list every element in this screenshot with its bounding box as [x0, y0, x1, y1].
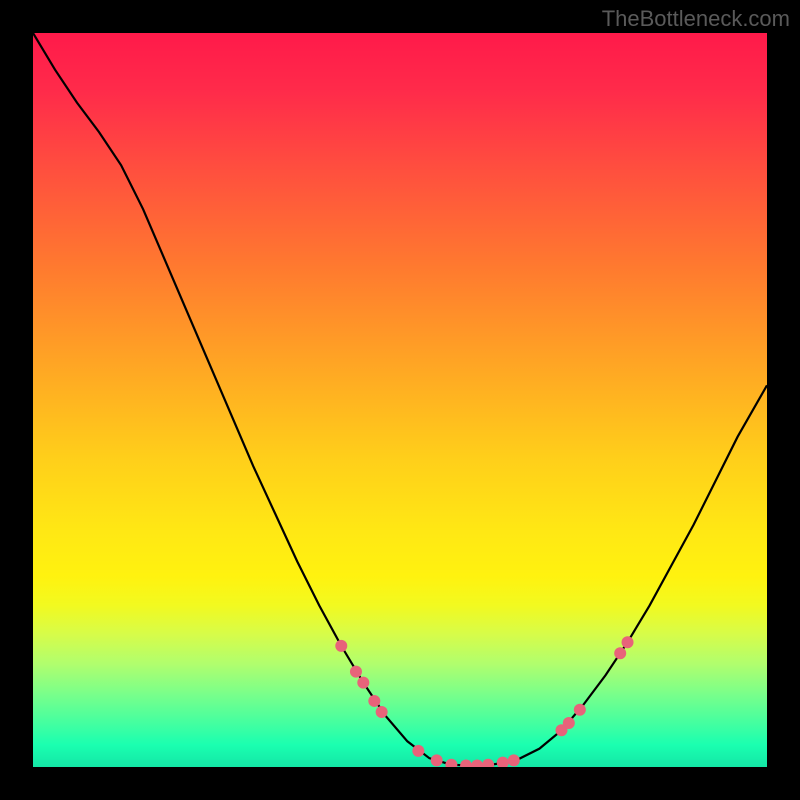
data-marker	[368, 695, 380, 707]
data-marker	[574, 704, 586, 716]
data-marker	[563, 717, 575, 729]
chart-svg	[33, 33, 767, 767]
data-marker	[460, 760, 472, 767]
data-marker	[497, 757, 509, 767]
data-markers	[335, 636, 633, 767]
bottleneck-curve	[33, 33, 767, 766]
data-marker	[431, 754, 443, 766]
data-marker	[482, 759, 494, 767]
data-marker	[335, 640, 347, 652]
data-marker	[376, 706, 388, 718]
data-marker	[614, 647, 626, 659]
data-marker	[471, 760, 483, 767]
data-marker	[412, 745, 424, 757]
watermark-text: TheBottleneck.com	[602, 6, 790, 32]
data-marker	[350, 666, 362, 678]
data-marker	[622, 636, 634, 648]
plot-area	[33, 33, 767, 767]
data-marker	[357, 677, 369, 689]
data-marker	[445, 759, 457, 767]
data-marker	[508, 754, 520, 766]
